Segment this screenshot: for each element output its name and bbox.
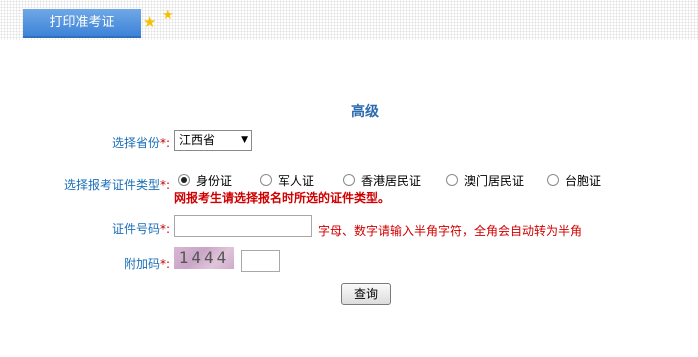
id-type-warning: 网报考生请选择报名时所选的证件类型。 [174,191,391,205]
star-icon: ★ [162,8,174,23]
radio-taiwan-compatriot[interactable]: 台胞证 [547,172,601,189]
radio-unchecked-icon [547,174,559,186]
radio-unchecked-icon [446,174,458,186]
radio-military-card[interactable]: 军人证 [260,172,314,189]
province-select[interactable]: 江西省 ▼ [174,130,252,151]
radio-id-card[interactable]: 身份证 [178,172,232,189]
page-title: 高级 [351,104,379,120]
tab-print-admission-ticket[interactable]: 打印准考证 [23,9,141,38]
star-icon: ★ [143,13,157,31]
query-button[interactable]: 查询 [341,283,391,305]
id-number-input[interactable] [174,215,312,237]
captcha-label: 附加码*: [123,257,170,271]
radio-checked-icon [178,174,190,186]
radio-unchecked-icon [343,174,355,186]
radio-unchecked-icon [260,174,272,186]
chevron-down-icon: ▼ [241,135,248,145]
province-label: 选择省份*: [111,136,170,150]
radio-hongkong-resident[interactable]: 香港居民证 [343,172,421,189]
radio-macau-resident[interactable]: 澳门居民证 [446,172,524,189]
id-type-label: 选择报考证件类型*: [63,178,170,192]
id-number-hint: 字母、数字请输入半角字符，全角会自动转为半角 [318,224,583,238]
captcha-input[interactable] [241,250,280,272]
captcha-image[interactable]: 1444 [174,247,234,269]
province-select-value: 江西省 [179,133,216,147]
id-number-label: 证件号码*: [111,222,170,236]
